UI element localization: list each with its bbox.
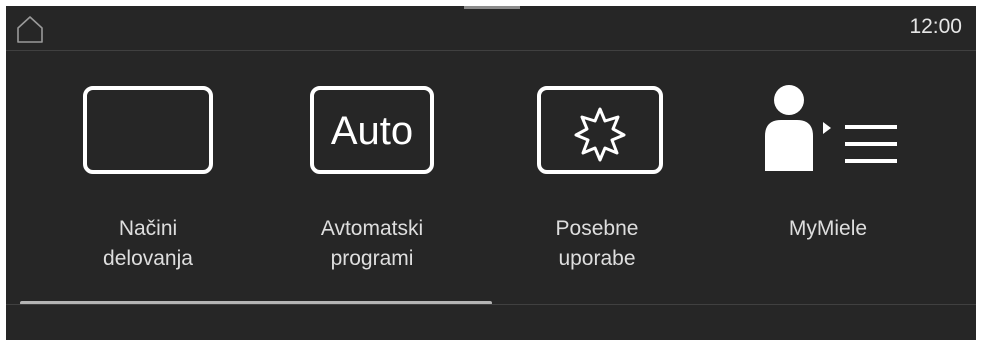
menu-item-label: Avtomatski programi — [320, 217, 424, 270]
status-bar: 12:00 — [6, 6, 976, 50]
menu-item-automatic-programs[interactable]: Auto Avtomatski programi — [272, 80, 472, 280]
menu-item-label: MyMiele — [788, 217, 868, 240]
clock: 12:00 — [909, 15, 962, 38]
svg-text:Auto: Auto — [331, 109, 413, 153]
user-list-icon — [765, 85, 897, 171]
oven-display: 12:00 Načini delovanja Auto Avtomatski p… — [6, 6, 976, 340]
bottom-divider — [6, 304, 976, 305]
menu-item-modes[interactable]: Načini delovanja — [48, 80, 248, 280]
blank-frame-icon — [83, 86, 213, 174]
home-icon[interactable] — [15, 14, 45, 44]
pull-down-handle[interactable] — [464, 6, 520, 9]
menu-item-label: Načini delovanja — [103, 217, 193, 270]
auto-icon: Auto — [310, 86, 434, 174]
menu-item-special-applications[interactable]: Posebne uporabe — [497, 80, 697, 280]
top-divider — [6, 50, 976, 51]
star-burst-icon — [537, 86, 663, 174]
menu-item-mymiele[interactable]: MyMiele — [728, 80, 928, 280]
menu-item-label: Posebne uporabe — [555, 217, 639, 270]
